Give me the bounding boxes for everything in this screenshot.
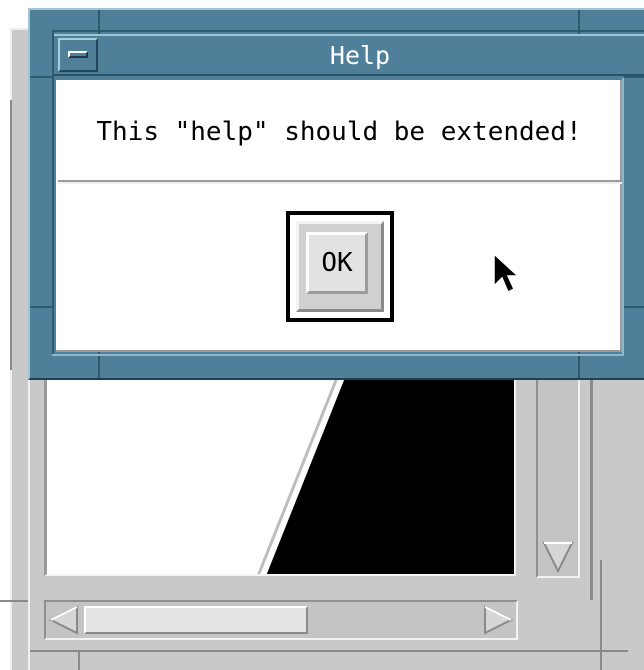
frame-inner-edge bbox=[52, 354, 624, 356]
window-frame-edge bbox=[28, 380, 30, 670]
window-menu-icon bbox=[68, 51, 88, 58]
triangle-right-icon[interactable] bbox=[482, 604, 514, 636]
frame-inner-edge bbox=[52, 30, 54, 356]
triangle-down-icon[interactable] bbox=[542, 540, 574, 574]
frame-resize-seam[interactable] bbox=[30, 76, 54, 78]
dialog-separator bbox=[58, 180, 622, 184]
window-frame-edge bbox=[78, 650, 80, 670]
frame-resize-seam[interactable] bbox=[30, 306, 54, 308]
ok-button[interactable]: OK bbox=[296, 221, 384, 312]
window-frame-edge bbox=[590, 375, 593, 600]
window-frame-edge bbox=[28, 650, 628, 652]
mouse-pointer-icon bbox=[493, 252, 518, 294]
dialog-title: Help bbox=[329, 41, 391, 70]
frame-resize-seam[interactable] bbox=[624, 306, 644, 308]
horizontal-scrollbar-thumb[interactable] bbox=[84, 606, 308, 634]
triangle-left-icon[interactable] bbox=[48, 604, 80, 636]
frame-inner-edge bbox=[622, 78, 624, 356]
window-frame-edge bbox=[600, 560, 602, 670]
ok-button-label: OK bbox=[306, 232, 368, 294]
window-frame-edge bbox=[0, 600, 28, 602]
frame-inner-edge bbox=[52, 30, 644, 32]
window-frame-edge bbox=[10, 100, 12, 370]
help-message: This "help" should be extended! bbox=[96, 117, 582, 147]
frame-resize-seam[interactable] bbox=[624, 76, 644, 78]
